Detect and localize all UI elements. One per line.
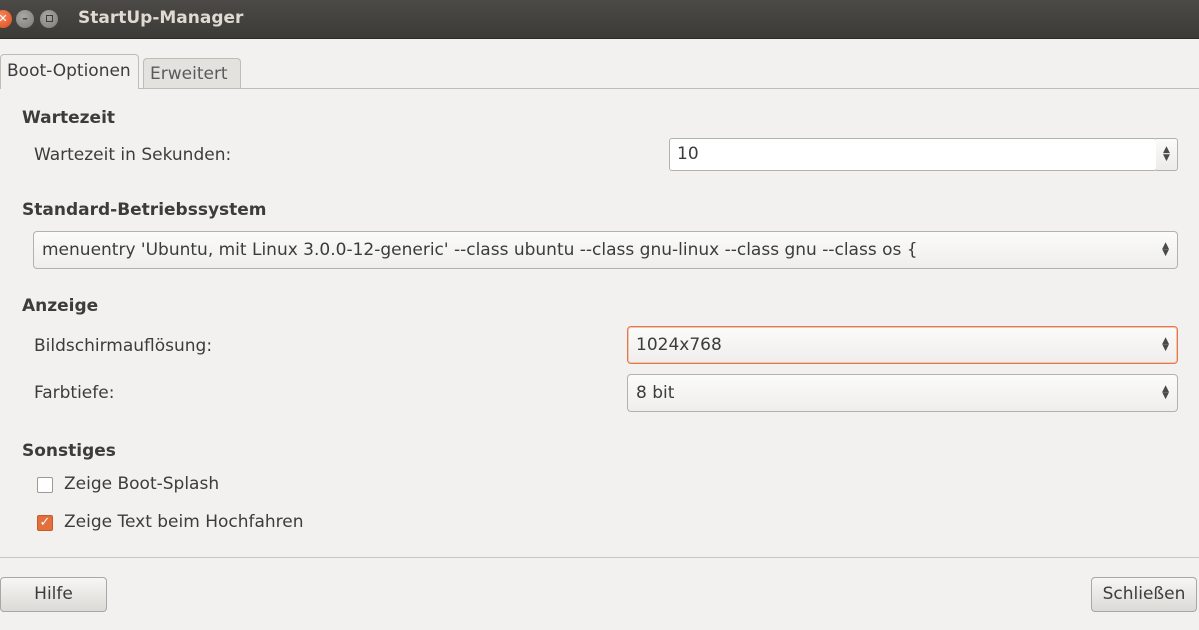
depth-label: Farbtiefe: bbox=[34, 383, 115, 403]
standard-os-value: menuentry 'Ubuntu, mit Linux 3.0.0-12-ge… bbox=[42, 240, 918, 260]
standard-os-select[interactable]: menuentry 'Ubuntu, mit Linux 3.0.0-12-ge… bbox=[33, 231, 1178, 269]
help-button[interactable]: Hilfe bbox=[0, 577, 107, 612]
wartezeit-input[interactable]: 10 bbox=[669, 138, 1157, 171]
resolution-label: Bildschirmauflösung: bbox=[34, 336, 213, 356]
depth-select[interactable]: 8 bit ▲ ▼ bbox=[627, 374, 1178, 412]
resolution-select[interactable]: 1024x768 ▲ ▼ bbox=[627, 326, 1178, 364]
close-window-icon[interactable]: ✕ bbox=[0, 10, 12, 28]
depth-value: 8 bit bbox=[636, 383, 675, 403]
wartezeit-spin-icon[interactable]: ▲ ▼ bbox=[1156, 138, 1178, 171]
section-heading-wartezeit: Wartezeit bbox=[22, 108, 116, 128]
section-heading-standard-os: Standard-Betriebssystem bbox=[22, 200, 267, 220]
select-arrows-icon: ▲ ▼ bbox=[1162, 384, 1169, 401]
minimize-window-icon[interactable]: – bbox=[16, 10, 34, 28]
section-heading-sonstiges: Sonstiges bbox=[22, 441, 116, 461]
boot-splash-checkbox[interactable] bbox=[37, 477, 53, 493]
select-arrows-icon: ▲ ▼ bbox=[1162, 336, 1169, 353]
close-button[interactable]: Schließen bbox=[1091, 577, 1197, 612]
boot-text-checkbox[interactable]: ✓ bbox=[37, 515, 53, 531]
boot-text-label[interactable]: Zeige Text beim Hochfahren bbox=[64, 512, 304, 532]
select-arrows-icon: ▲ ▼ bbox=[1162, 241, 1169, 258]
section-heading-anzeige: Anzeige bbox=[22, 296, 99, 316]
wartezeit-label: Wartezeit in Sekunden: bbox=[34, 145, 232, 165]
boot-splash-label[interactable]: Zeige Boot-Splash bbox=[64, 474, 219, 494]
tab-boot-optionen[interactable]: Boot-Optionen bbox=[0, 54, 139, 89]
window-title: StartUp-Manager bbox=[78, 8, 244, 28]
tab-erweitert[interactable]: Erweitert bbox=[143, 58, 241, 89]
title-bar: ✕ – StartUp-Manager bbox=[0, 0, 1199, 39]
maximize-window-icon[interactable] bbox=[40, 10, 58, 28]
resolution-value: 1024x768 bbox=[636, 335, 722, 355]
